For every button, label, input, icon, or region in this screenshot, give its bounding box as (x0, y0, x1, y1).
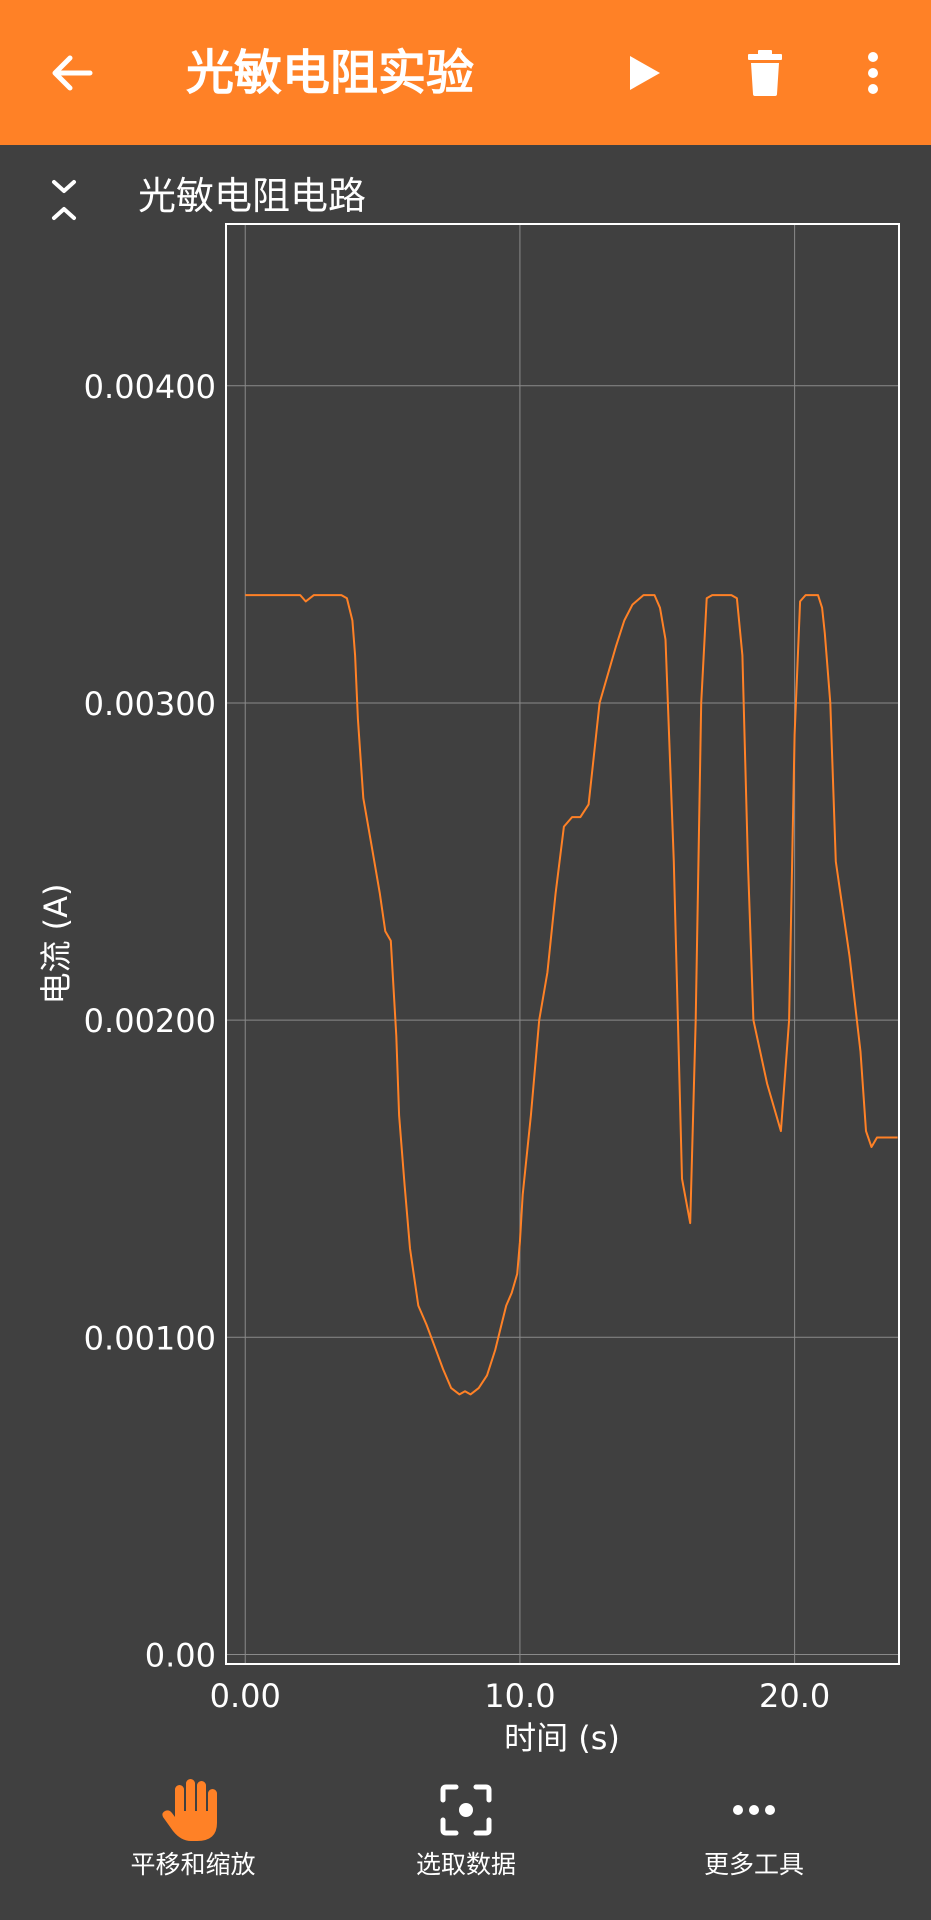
x-tick-label: 20.0 (759, 1677, 830, 1715)
plot-frame (225, 223, 900, 1665)
select-data-label: 选取数据 (415, 1850, 516, 1879)
x-tick-labels: 0.00 10.0 20.0 (210, 1677, 831, 1715)
current-vs-time-chart[interactable]: 0.00 0.00100 0.00200 0.00300 0.00400 0.00 10.… (0, 0, 931, 1760)
focus-select-icon (440, 1784, 492, 1836)
x-axis-label: 时间 (s) (504, 1719, 620, 1757)
y-tick-label: 0.00 (145, 1636, 216, 1674)
select-data-tool[interactable]: 选取数据 (366, 1775, 566, 1895)
x-tick-label: 0.00 (210, 1677, 281, 1715)
more-tools-label: 更多工具 (703, 1850, 804, 1879)
y-tick-label: 0.00200 (84, 1002, 216, 1040)
y-tick-label: 0.00400 (84, 368, 216, 406)
series-line (245, 594, 898, 1396)
more-tools-tool[interactable]: 更多工具 (654, 1775, 854, 1895)
y-axis-label: 电流 (A) (37, 883, 75, 1004)
y-tick-label: 0.00100 (84, 1319, 216, 1357)
hand-icon (162, 1779, 217, 1841)
y-tick-label: 0.00300 (84, 685, 216, 723)
pan-zoom-label: 平移和缩放 (130, 1850, 256, 1879)
pan-zoom-tool[interactable]: 平移和缩放 (93, 1775, 293, 1895)
y-tick-labels: 0.00 0.00100 0.00200 0.00300 0.00400 (84, 368, 216, 1675)
x-tick-label: 10.0 (484, 1677, 555, 1715)
chart-grid (226, 224, 899, 1664)
more-horizontal-icon (733, 1805, 775, 1815)
